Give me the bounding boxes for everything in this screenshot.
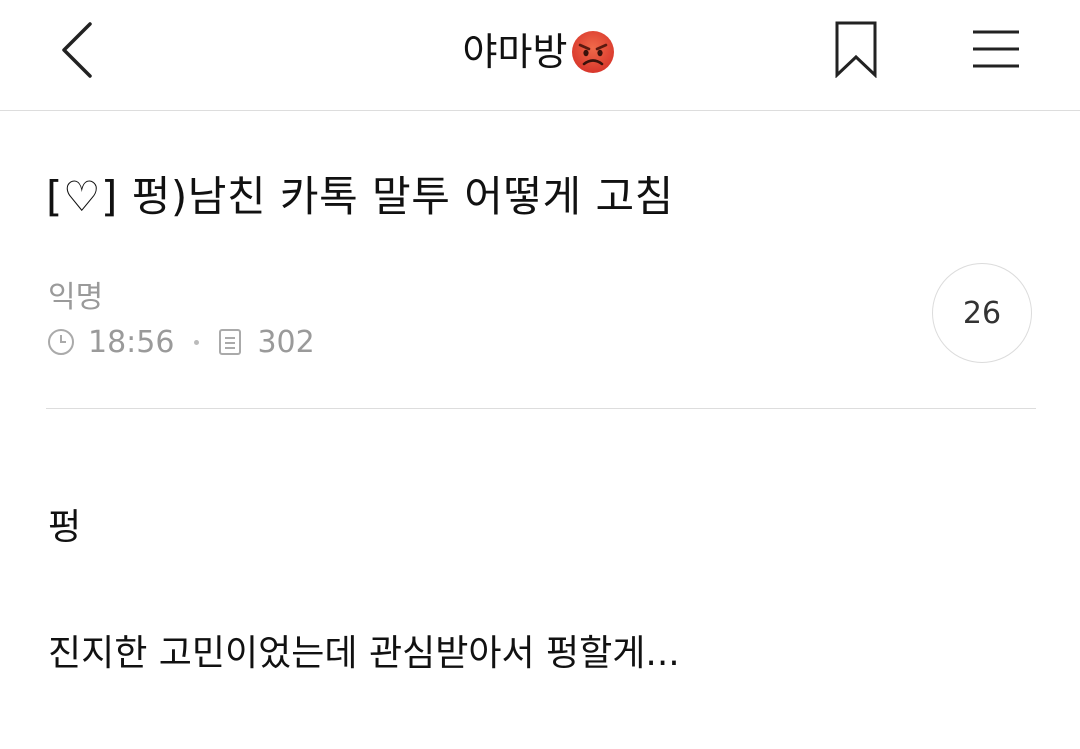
post-title: [♡] 펑)남친 카톡 말투 어떻게 고침 xyxy=(46,172,674,221)
chevron-left-icon xyxy=(62,22,92,78)
post-body-line: 진지한 고민이었는데 관심받아서 펑할게... xyxy=(48,633,680,674)
bookmark-button[interactable] xyxy=(832,20,880,79)
divider xyxy=(46,408,1036,409)
bookmark-icon xyxy=(835,21,877,79)
view-count: 302 xyxy=(257,324,315,360)
angry-face-icon xyxy=(572,31,615,73)
board-title-wrap: 야마방 xyxy=(340,24,740,80)
post-meta: 18:56 302 xyxy=(46,322,315,362)
top-bar: 야마방 xyxy=(0,0,1080,111)
post-author[interactable]: 익명 xyxy=(48,272,103,316)
menu-button[interactable] xyxy=(970,28,1022,70)
post-body-line: 펑 xyxy=(48,507,82,548)
comment-count-button[interactable]: 26 xyxy=(932,263,1032,363)
hamburger-menu-icon xyxy=(973,30,1019,68)
back-button[interactable] xyxy=(50,18,110,82)
comment-count: 26 xyxy=(962,295,1002,331)
separator-dot xyxy=(194,339,200,345)
views-icon xyxy=(219,329,242,355)
board-title: 야마방 xyxy=(462,30,568,74)
post-time: 18:56 xyxy=(88,324,175,360)
clock-icon xyxy=(48,329,74,355)
